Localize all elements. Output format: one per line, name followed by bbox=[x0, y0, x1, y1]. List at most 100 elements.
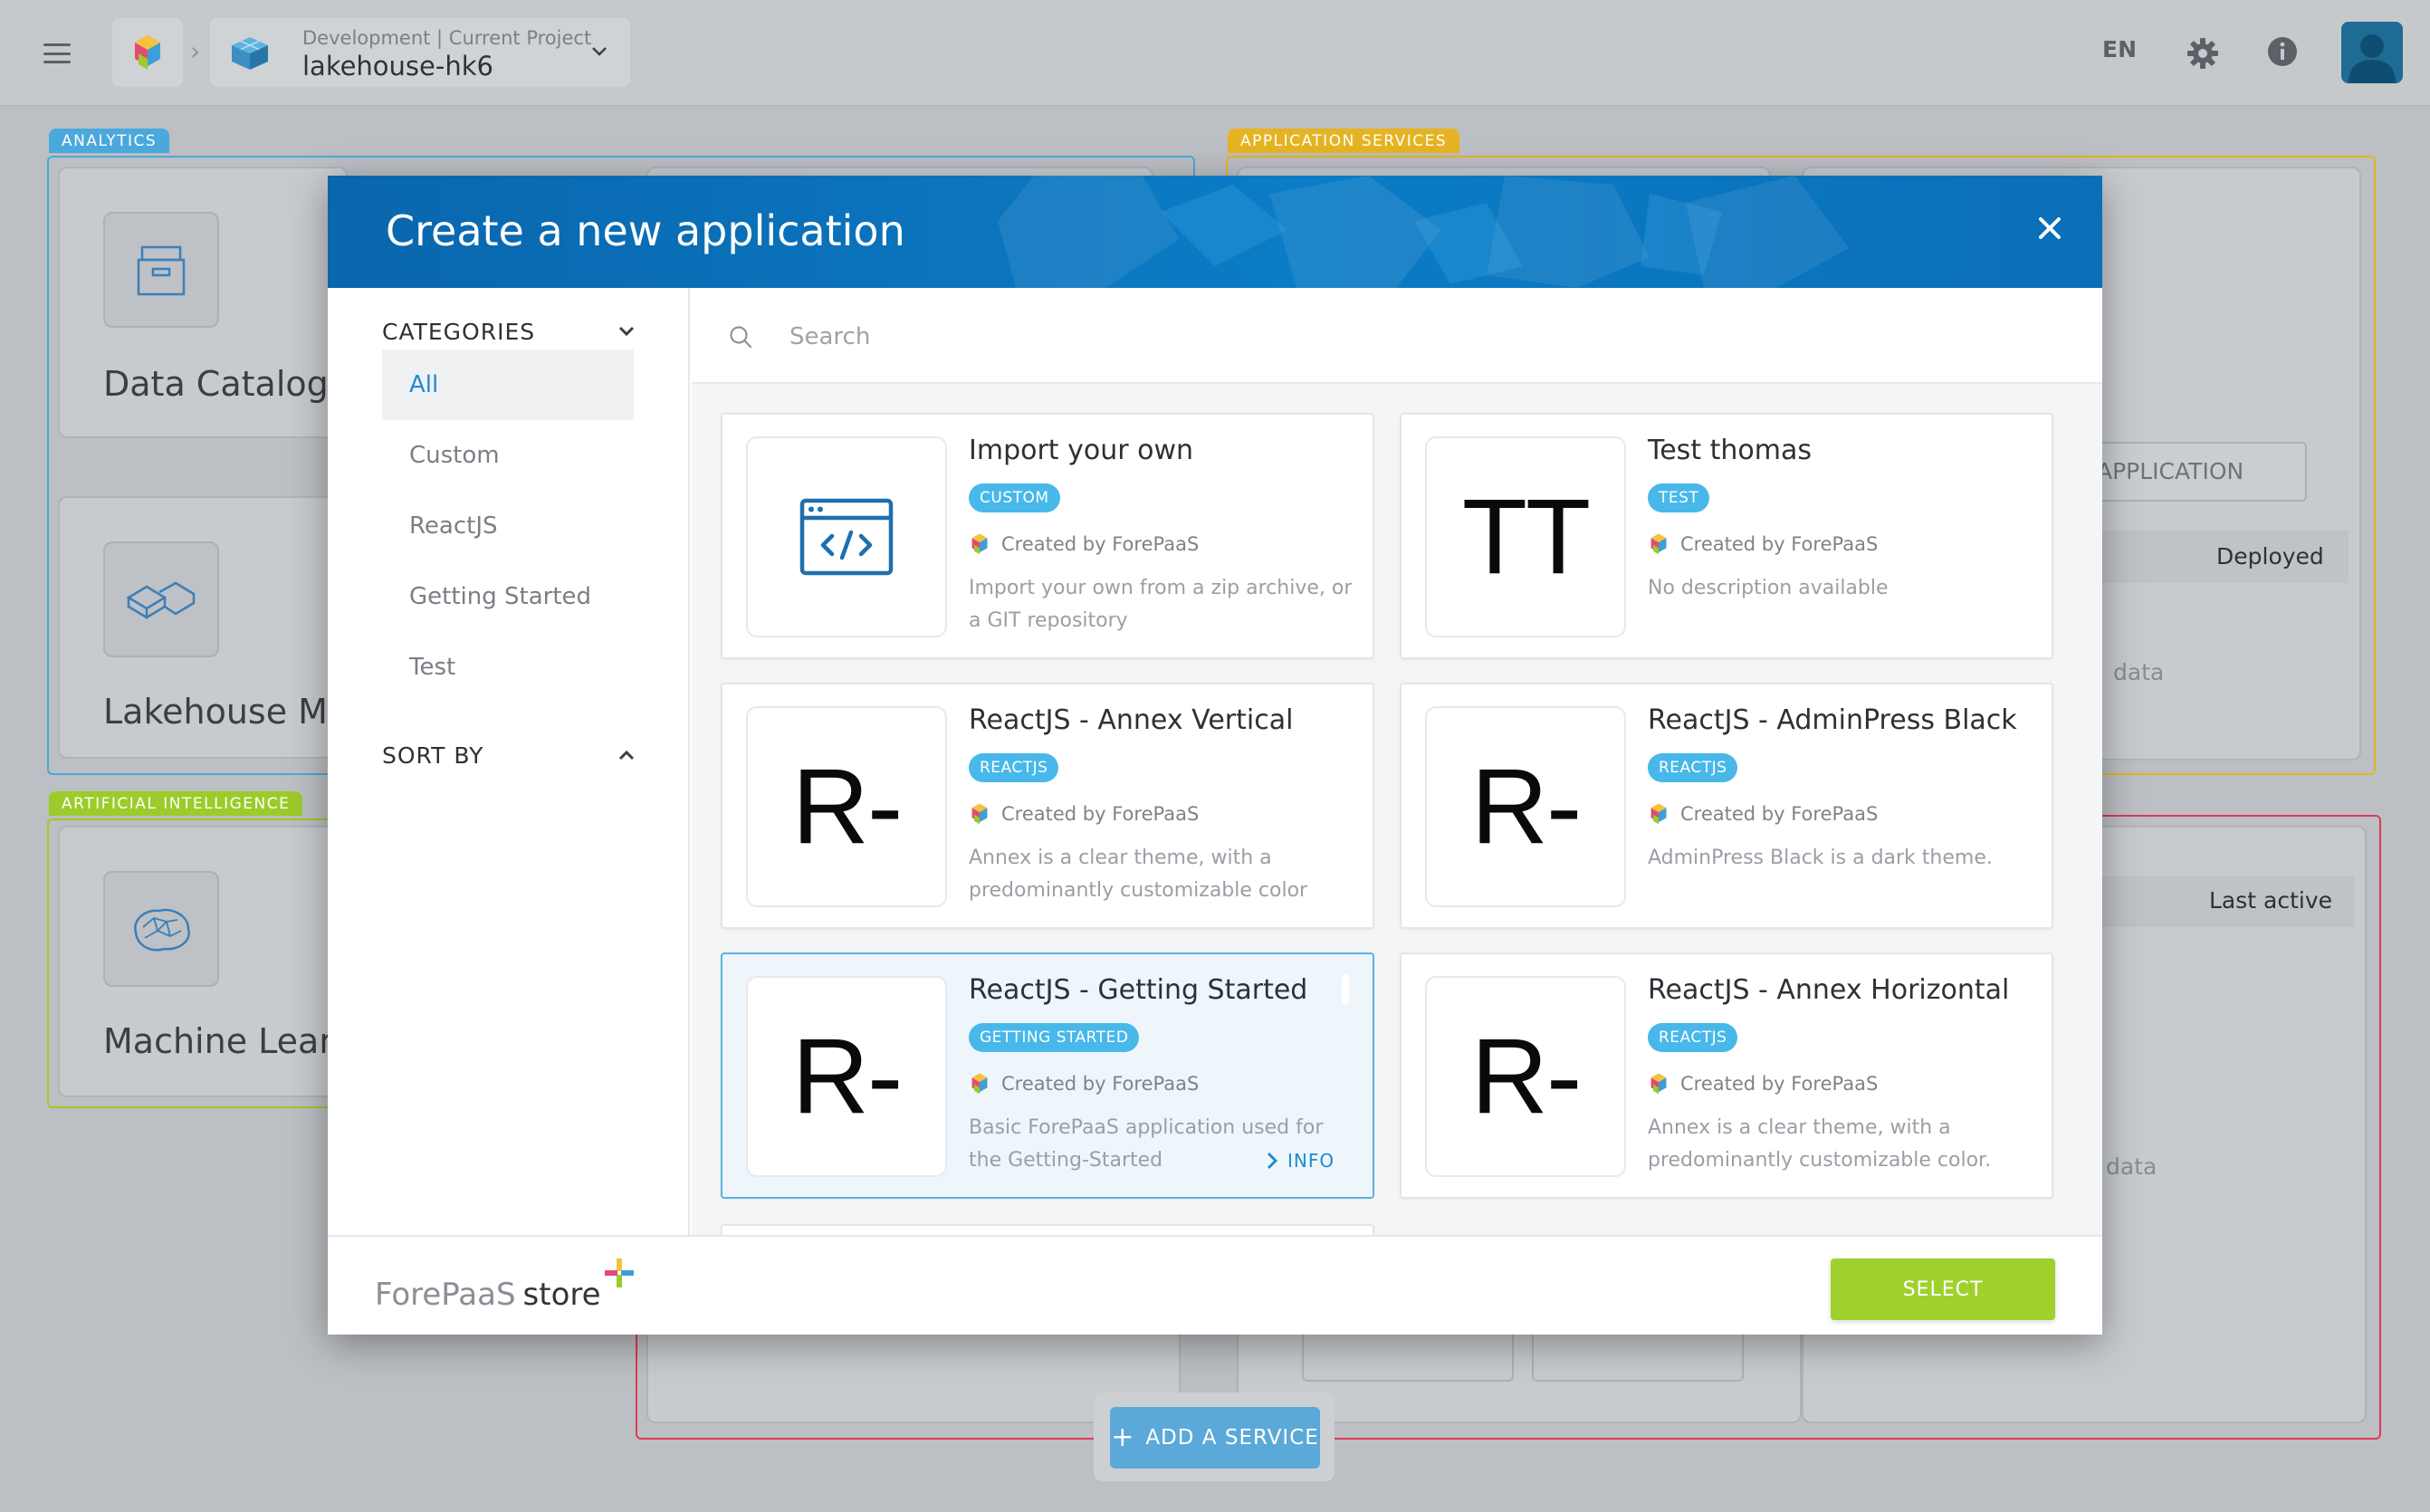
category-badge: GETTING STARTED bbox=[969, 1023, 1140, 1052]
data-label-1: data bbox=[2113, 659, 2165, 685]
app-card-import-your-own[interactable]: Import your own CUSTOM Created by ForePa… bbox=[721, 413, 1374, 659]
forepaas-store-logo: ForePaaS store bbox=[375, 1258, 636, 1313]
app-description: Annex is a clear theme, with a predomina… bbox=[969, 847, 1308, 902]
app-card-test-thomas[interactable]: TT Test thomas TEST Created by ForePaaS … bbox=[1400, 413, 2053, 659]
app-thumbnail: R- bbox=[746, 706, 947, 907]
creator-text: Created by ForePaaS bbox=[1001, 1073, 1200, 1095]
creator-text: Created by ForePaaS bbox=[1680, 803, 1879, 825]
thumbnail-initials: R- bbox=[791, 1017, 904, 1136]
last-active-label: Last active bbox=[2209, 887, 2333, 914]
creator-line: Created by ForePaaS bbox=[1648, 1070, 1878, 1097]
user-avatar[interactable] bbox=[2341, 22, 2403, 83]
lakehouse-icon-box bbox=[103, 541, 219, 657]
category-badge: REACTJS bbox=[969, 753, 1059, 782]
category-test[interactable]: Test bbox=[382, 632, 634, 703]
data-catalog-card[interactable]: Data Catalog bbox=[58, 167, 348, 438]
forepaas-logo-icon bbox=[1650, 1073, 1667, 1095]
store-plus-icon bbox=[604, 1258, 634, 1287]
data-label-2: data bbox=[2106, 1153, 2157, 1180]
app-thumbnail: R- bbox=[1425, 706, 1626, 907]
machine-learning-title: Machine Learni bbox=[103, 1021, 364, 1061]
project-name: lakehouse-hk6 bbox=[302, 51, 493, 81]
language-selector[interactable]: EN bbox=[2102, 36, 2137, 62]
scroll-indicator bbox=[1342, 974, 1349, 1005]
creator-line: Created by ForePaaS bbox=[1648, 800, 1878, 828]
category-custom[interactable]: Custom bbox=[382, 420, 634, 491]
modal-title: Create a new application bbox=[386, 206, 905, 255]
close-icon[interactable] bbox=[2030, 208, 2070, 248]
app-title: Test thomas bbox=[1648, 435, 1812, 466]
project-selector[interactable]: Development | Current Project lakehouse-… bbox=[210, 18, 630, 87]
app-thumbnail: R- bbox=[746, 976, 947, 1177]
creator-line: Created by ForePaaS bbox=[1648, 531, 1878, 558]
gear-icon[interactable] bbox=[2186, 36, 2220, 71]
info-icon[interactable] bbox=[2267, 36, 2298, 67]
thumbnail-initials: R- bbox=[1470, 747, 1583, 866]
app-card-next-row[interactable] bbox=[721, 1224, 1374, 1235]
add-service-label: ADD A SERVICE bbox=[1145, 1426, 1319, 1450]
brain-icon bbox=[134, 908, 190, 952]
app-description: Import your own from a zip archive, or a… bbox=[969, 577, 1353, 632]
warehouse-icon bbox=[126, 581, 196, 620]
forepaas-logo-icon bbox=[971, 533, 988, 555]
machine-learning-card[interactable]: Machine Learni bbox=[58, 826, 364, 1097]
app-root: › Development | Current Project lakehous… bbox=[0, 0, 2430, 1512]
lakehouse-title: Lakehouse Mar bbox=[103, 692, 363, 732]
creator-line: Created by ForePaaS bbox=[969, 531, 1199, 558]
add-service-button[interactable]: + ADD A SERVICE bbox=[1110, 1407, 1320, 1469]
app-title: Import your own bbox=[969, 435, 1193, 466]
sort-by-header[interactable]: SORT BY bbox=[382, 742, 483, 769]
menu-icon[interactable] bbox=[43, 43, 71, 63]
app-card-adminpress-black[interactable]: R- ReactJS - AdminPress Black REACTJS Cr… bbox=[1400, 683, 2053, 929]
info-label: INFO bbox=[1287, 1150, 1335, 1172]
creator-text: Created by ForePaaS bbox=[1001, 803, 1200, 825]
search-input[interactable] bbox=[789, 317, 1695, 357]
code-window-icon bbox=[799, 498, 894, 576]
modal-footer: ForePaaS store SELECT bbox=[328, 1235, 2102, 1335]
app-title: ReactJS - Annex Horizontal bbox=[1648, 974, 2010, 1006]
app-description: No description available bbox=[1648, 577, 1889, 599]
category-sidebar: CATEGORIES All Custom ReactJS Getting St… bbox=[328, 288, 690, 1235]
forepaas-logo-button[interactable] bbox=[112, 18, 183, 87]
app-thumbnail bbox=[746, 436, 947, 637]
chevron-down-icon[interactable] bbox=[616, 321, 637, 342]
thumbnail-initials: R- bbox=[1470, 1017, 1583, 1136]
app-card-getting-started[interactable]: R- ReactJS - Getting Started GETTING STA… bbox=[721, 952, 1374, 1199]
user-avatar-icon bbox=[2349, 34, 2396, 83]
thumbnail-initials: R- bbox=[791, 747, 904, 866]
store-brand: ForePaaS bbox=[375, 1277, 516, 1313]
plus-icon: + bbox=[1111, 1421, 1135, 1453]
category-badge: CUSTOM bbox=[969, 483, 1060, 512]
app-card-annex-horizontal[interactable]: R- ReactJS - Annex Horizontal REACTJS Cr… bbox=[1400, 952, 2053, 1199]
category-getting-started[interactable]: Getting Started bbox=[382, 561, 634, 632]
category-all[interactable]: All bbox=[382, 349, 634, 420]
create-application-modal: Create a new application CATEGORIES All … bbox=[328, 176, 2102, 1335]
creator-text: Created by ForePaaS bbox=[1680, 1073, 1879, 1095]
machine-learning-icon-box bbox=[103, 871, 219, 987]
creator-text: Created by ForePaaS bbox=[1001, 533, 1200, 555]
app-thumbnail: TT bbox=[1425, 436, 1626, 637]
app-card-annex-vertical[interactable]: R- ReactJS - Annex Vertical REACTJS Crea… bbox=[721, 683, 1374, 929]
categories-header[interactable]: CATEGORIES bbox=[382, 319, 535, 345]
category-reactjs[interactable]: ReactJS bbox=[382, 491, 634, 561]
category-badge: TEST bbox=[1648, 483, 1710, 512]
creator-text: Created by ForePaaS bbox=[1680, 533, 1879, 555]
application-button-label: APPLICATION bbox=[2097, 458, 2244, 484]
add-service-wrapper: + ADD A SERVICE bbox=[1094, 1392, 1335, 1481]
chevron-up-icon[interactable] bbox=[616, 744, 637, 766]
chevron-down-icon bbox=[592, 47, 607, 56]
app-title: ReactJS - Annex Vertical bbox=[969, 704, 1294, 736]
creator-line: Created by ForePaaS bbox=[969, 1070, 1199, 1097]
lakehouse-card[interactable]: Lakehouse Mar bbox=[58, 496, 363, 759]
select-button[interactable]: SELECT bbox=[1831, 1258, 2055, 1320]
breadcrumb-separator-icon: › bbox=[190, 36, 201, 66]
app-thumbnail: R- bbox=[1425, 976, 1626, 1177]
application-services-section-tag: APPLICATION SERVICES bbox=[1228, 129, 1460, 153]
analytics-section-tag: ANALYTICS bbox=[49, 129, 170, 153]
app-title: ReactJS - Getting Started bbox=[969, 974, 1308, 1006]
info-link[interactable]: INFO bbox=[1266, 1150, 1335, 1172]
store-word: store bbox=[522, 1277, 601, 1313]
data-catalog-icon-box bbox=[103, 212, 219, 328]
app-title: ReactJS - AdminPress Black bbox=[1648, 704, 2017, 736]
app-description: AdminPress Black is a dark theme. bbox=[1648, 847, 1993, 869]
